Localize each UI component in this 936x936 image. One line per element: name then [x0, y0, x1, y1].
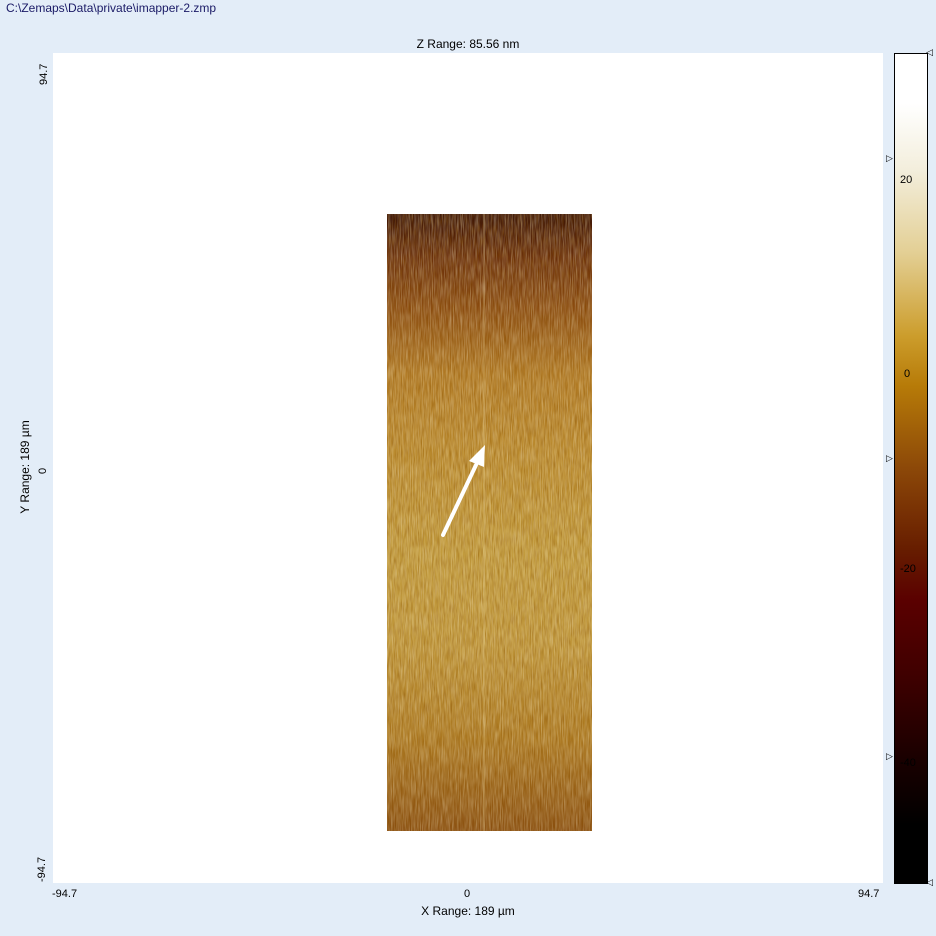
y-tick-top: 94.7 — [38, 63, 50, 85]
colorbar-tick-minus-20: -20 — [900, 563, 916, 575]
colorbar-handle-mid-icon[interactable]: ▷ — [886, 454, 893, 463]
colorbar-handle-bottom-icon[interactable]: ◁ — [926, 878, 933, 887]
x-range-label: X Range: 189 µm — [421, 904, 515, 918]
colorbar-tick-20: 20 — [900, 174, 913, 186]
y-tick-mid: 0 — [37, 467, 49, 474]
arrow-annotation — [441, 445, 485, 537]
x-tick-mid: 0 — [464, 888, 471, 900]
colorbar-handle-lower-icon[interactable]: ▷ — [886, 752, 893, 761]
y-tick-bottom: -94.7 — [36, 856, 48, 882]
x-tick-left: -94.7 — [52, 888, 78, 900]
colorbar-handle-upper-icon[interactable]: ▷ — [886, 154, 893, 163]
colorbar-tick-minus-40: -40 — [900, 757, 916, 769]
colorbar-handle-top-icon[interactable]: ◁ — [926, 48, 933, 57]
colorbar-tick-0: 0 — [904, 368, 911, 380]
y-range-label: Y Range: 189 µm — [18, 420, 32, 514]
x-tick-right: 94.7 — [858, 888, 880, 900]
